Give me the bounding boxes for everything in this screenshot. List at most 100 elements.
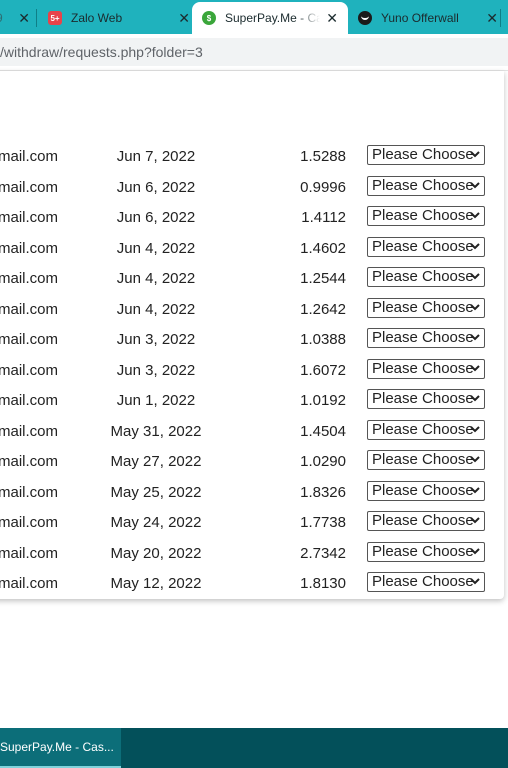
chevron-down-icon bbox=[470, 207, 480, 231]
action-select[interactable]: Please Choose bbox=[367, 480, 485, 501]
date-cell: Jun 7, 2022 bbox=[116, 148, 196, 165]
tab-yuno-offerwall[interactable]: Yuno Offerwall ✕ bbox=[356, 2, 498, 34]
chevron-down-icon bbox=[470, 482, 480, 506]
email-cell: mail.com bbox=[0, 575, 59, 592]
date-cell: Jun 6, 2022 bbox=[116, 178, 196, 196]
chevron-down-icon bbox=[470, 360, 480, 384]
action-select[interactable]: Please Choose bbox=[367, 419, 485, 440]
zalo-icon: 5+ bbox=[48, 11, 62, 25]
close-icon[interactable]: ✕ bbox=[326, 10, 338, 27]
action-select[interactable]: Please Choose bbox=[367, 267, 485, 287]
tab-superpay[interactable]: $ SuperPay.Me - Ca ✕ bbox=[192, 2, 348, 34]
action-select-value: Please Choose bbox=[372, 512, 474, 529]
chevron-down-icon bbox=[470, 238, 480, 262]
email-cell: mail.com bbox=[0, 483, 59, 501]
tab-partial[interactable]: 9 ✕ bbox=[0, 2, 30, 34]
table-row: mail.com Jun 3, 2022 1.6072 Please Choose bbox=[0, 356, 508, 386]
tab-title: Zalo Web bbox=[71, 11, 123, 25]
address-bar[interactable]: /withdraw/requests.php?folder=3 bbox=[0, 38, 508, 66]
chevron-down-icon bbox=[470, 390, 480, 414]
amount-cell: 1.5288 bbox=[300, 148, 346, 165]
action-select[interactable]: Please Choose bbox=[367, 511, 485, 531]
tab-title: 9 bbox=[0, 11, 12, 25]
date-cell: Jun 6, 2022 bbox=[116, 209, 196, 226]
amount-cell: 1.4602 bbox=[300, 239, 346, 257]
amount-cell: 1.0290 bbox=[300, 453, 346, 470]
action-select-value: Please Choose bbox=[372, 420, 474, 438]
action-select[interactable]: Please Choose bbox=[367, 328, 485, 348]
action-select-value: Please Choose bbox=[372, 573, 474, 590]
table-row: mail.com May 27, 2022 1.0290 Please Choose bbox=[0, 447, 508, 477]
action-select-value: Please Choose bbox=[372, 359, 474, 377]
amount-cell: 1.4504 bbox=[300, 422, 346, 440]
action-select[interactable]: Please Choose bbox=[367, 389, 485, 409]
amount-cell: 1.2544 bbox=[300, 270, 346, 287]
amount-cell: 1.6072 bbox=[300, 361, 346, 379]
chevron-down-icon bbox=[470, 573, 480, 597]
table-row: mail.com Jun 3, 2022 1.0388 Please Choose bbox=[0, 325, 508, 355]
date-cell: Jun 3, 2022 bbox=[116, 331, 196, 348]
email-cell: mail.com bbox=[0, 361, 59, 379]
date-cell: Jun 3, 2022 bbox=[116, 361, 196, 379]
table-row: mail.com Jun 1, 2022 1.0192 Please Choose bbox=[0, 386, 508, 416]
action-select[interactable]: Please Choose bbox=[367, 297, 485, 318]
email-cell: mail.com bbox=[0, 148, 59, 165]
action-select[interactable]: Please Choose bbox=[367, 236, 485, 257]
action-select[interactable]: Please Choose bbox=[367, 541, 485, 562]
email-cell: mail.com bbox=[0, 514, 59, 531]
email-cell: mail.com bbox=[0, 209, 59, 226]
tab-separator bbox=[500, 9, 501, 27]
action-select[interactable]: Please Choose bbox=[367, 206, 485, 226]
date-cell: Jun 4, 2022 bbox=[116, 239, 196, 257]
action-select[interactable]: Please Choose bbox=[367, 358, 485, 379]
date-cell: Jun 4, 2022 bbox=[116, 300, 196, 318]
yuno-icon bbox=[358, 11, 372, 25]
chevron-down-icon bbox=[470, 512, 480, 536]
close-icon[interactable]: ✕ bbox=[18, 10, 30, 27]
action-select[interactable]: Please Choose bbox=[367, 145, 485, 165]
page-content: mail.com Jun 7, 2022 1.5288 Please Choose ma… bbox=[0, 71, 508, 728]
table-row: mail.com May 25, 2022 1.8326 Please Choose bbox=[0, 478, 508, 508]
email-cell: mail.com bbox=[0, 331, 59, 348]
table-row: mail.com Jun 4, 2022 1.2642 Please Choose bbox=[0, 295, 508, 325]
amount-cell: 0.9996 bbox=[300, 178, 346, 196]
chevron-down-icon bbox=[470, 329, 480, 353]
email-cell: mail.com bbox=[0, 300, 59, 318]
chevron-down-icon bbox=[470, 146, 480, 170]
tab-title: Yuno Offerwall bbox=[381, 11, 459, 25]
table-row: mail.com May 12, 2022 1.8130 Please Choose bbox=[0, 569, 508, 599]
date-cell: May 25, 2022 bbox=[110, 483, 202, 501]
date-cell: May 12, 2022 bbox=[110, 575, 202, 592]
zalo-badge: 5+ bbox=[50, 13, 60, 23]
amount-cell: 1.0388 bbox=[300, 331, 346, 348]
tab-title: SuperPay.Me - Ca bbox=[225, 11, 321, 25]
taskbar-item-superpay[interactable]: SuperPay.Me - Cas... bbox=[0, 728, 121, 768]
email-cell: mail.com bbox=[0, 544, 59, 562]
date-cell: Jun 1, 2022 bbox=[116, 392, 196, 409]
table-row: mail.com May 20, 2022 2.7342 Please Choose bbox=[0, 539, 508, 569]
table-row: mail.com Jun 6, 2022 0.9996 Please Choose bbox=[0, 173, 508, 203]
table-row: mail.com Jun 7, 2022 1.5288 Please Choose bbox=[0, 142, 508, 172]
tab-zalo-web[interactable]: 5+ Zalo Web ✕ bbox=[48, 2, 190, 34]
date-cell: May 24, 2022 bbox=[110, 514, 202, 531]
close-icon[interactable]: ✕ bbox=[486, 10, 498, 27]
action-select-value: Please Choose bbox=[372, 542, 474, 560]
browser-tab-strip: 9 ✕ 5+ Zalo Web ✕ $ SuperPay.Me - Ca ✕ Y… bbox=[0, 0, 508, 34]
chevron-down-icon bbox=[470, 421, 480, 445]
email-cell: mail.com bbox=[0, 270, 59, 287]
action-select-value: Please Choose bbox=[372, 481, 474, 499]
table-row: mail.com Jun 4, 2022 1.2544 Please Choose bbox=[0, 264, 508, 294]
action-select-value: Please Choose bbox=[372, 451, 474, 468]
action-select-value: Please Choose bbox=[372, 237, 474, 255]
email-cell: mail.com bbox=[0, 453, 59, 470]
date-cell: May 20, 2022 bbox=[110, 544, 202, 562]
table-row: mail.com Jun 6, 2022 1.4112 Please Choose bbox=[0, 203, 508, 233]
table-row: mail.com May 31, 2022 1.4504 Please Choose bbox=[0, 417, 508, 447]
amount-cell: 1.7738 bbox=[300, 514, 346, 531]
amount-cell: 1.2642 bbox=[300, 300, 346, 318]
action-select[interactable]: Please Choose bbox=[367, 572, 485, 592]
action-select[interactable]: Please Choose bbox=[367, 450, 485, 470]
amount-cell: 2.7342 bbox=[300, 544, 346, 562]
action-select[interactable]: Please Choose bbox=[367, 175, 485, 196]
close-icon[interactable]: ✕ bbox=[178, 10, 190, 27]
